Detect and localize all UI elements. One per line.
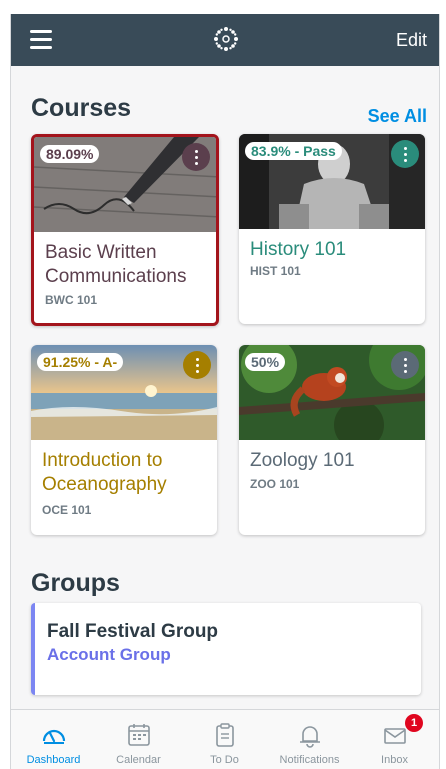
course-code: ZOO 101	[250, 477, 300, 491]
tab-notifications[interactable]: Notifications	[267, 710, 352, 769]
tab-todo[interactable]: To Do	[182, 710, 267, 769]
more-vertical-icon	[403, 145, 407, 163]
group-name: Fall Festival Group	[47, 621, 219, 642]
edit-button[interactable]: Edit	[396, 30, 427, 51]
course-options-button[interactable]	[182, 143, 210, 171]
inbox-unread-badge: 1	[405, 714, 423, 732]
group-card[interactable]: Fall Festival Group Account Group	[31, 603, 421, 695]
groups-heading: Groups	[31, 569, 120, 597]
course-grade: 91.25% - A-	[37, 353, 124, 371]
course-grade: 50%	[245, 353, 286, 371]
course-options-button[interactable]	[183, 351, 211, 379]
tab-label: Inbox	[381, 754, 408, 766]
course-options-button[interactable]	[391, 351, 419, 379]
course-card-bwc[interactable]: 89.09% Basic Written Communications BWC …	[31, 134, 219, 326]
envelope-icon	[384, 728, 406, 744]
tab-calendar[interactable]: Calendar	[96, 710, 181, 769]
course-code: BWC 101	[45, 293, 98, 307]
more-vertical-icon	[194, 148, 198, 166]
group-subtitle: Account Group	[47, 645, 171, 664]
hamburger-menu-icon[interactable]	[30, 30, 52, 49]
course-name: Introduction to Oceanography	[42, 450, 167, 495]
canvas-logo-icon	[214, 27, 238, 51]
course-card-zoo[interactable]: 50% Zoology 101 ZOO 101	[239, 345, 425, 535]
calendar-icon	[128, 724, 150, 746]
bell-icon	[300, 726, 320, 748]
dashboard-icon	[42, 729, 66, 744]
courses-heading: Courses	[31, 94, 132, 122]
course-grade: 89.09%	[40, 145, 100, 163]
course-card-hist[interactable]: 83.9% - Pass History 101 HIST 101	[239, 134, 425, 324]
more-vertical-icon	[195, 356, 199, 374]
tab-inbox[interactable]: 1 Inbox	[352, 710, 437, 769]
top-navbar: Edit	[11, 14, 439, 66]
tab-label: Calendar	[116, 754, 161, 766]
more-vertical-icon	[403, 356, 407, 374]
tab-dashboard[interactable]: Dashboard	[11, 710, 96, 769]
course-options-button[interactable]	[391, 140, 419, 168]
group-color-bar	[31, 603, 35, 695]
course-name: Basic Written Communications	[45, 242, 187, 287]
course-code: HIST 101	[250, 264, 301, 278]
tab-label: Notifications	[279, 754, 340, 766]
course-name: Zoology 101	[250, 450, 355, 471]
course-name: History 101	[250, 239, 347, 260]
todo-icon	[216, 723, 234, 747]
bottom-tab-bar: Dashboard Calendar To Do Notifications 1…	[11, 709, 439, 769]
tab-label: To Do	[210, 754, 239, 766]
see-all-link[interactable]: See All	[368, 106, 427, 127]
app-frame: Edit Courses See All 89.09% Basic Writte…	[10, 14, 440, 769]
course-grade: 83.9% - Pass	[245, 142, 342, 160]
course-code: OCE 101	[42, 503, 92, 517]
tab-label: Dashboard	[26, 754, 81, 766]
course-card-oce[interactable]: 91.25% - A- Introduction to Oceanography…	[31, 345, 217, 535]
